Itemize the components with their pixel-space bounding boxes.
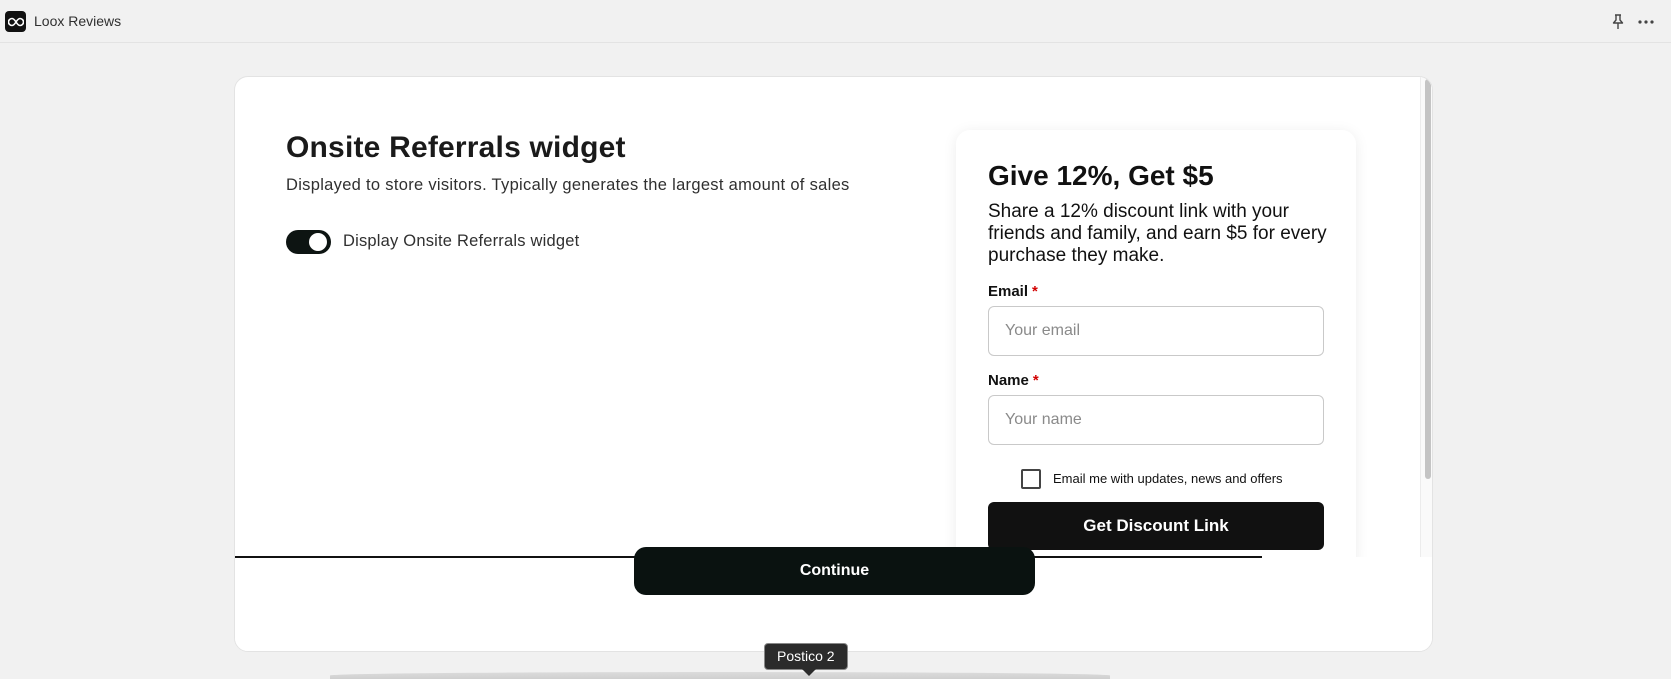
dock-tooltip: Postico 2 [764,643,848,670]
email-label: Email * [988,283,1038,300]
modal-content: Onsite Referrals widget Displayed to sto… [235,77,1420,557]
widget-preview-card: Give 12%, Get $5 Share a 12% discount li… [956,130,1356,557]
dock-shadow [330,672,1110,679]
onboarding-modal: Onsite Referrals widget Displayed to sto… [234,76,1433,652]
scrollbar-thumb[interactable] [1425,79,1431,479]
email-field[interactable] [988,306,1324,356]
page-title: Onsite Referrals widget [286,131,626,164]
name-field[interactable] [988,395,1324,445]
more-horizontal-icon[interactable] [1636,12,1656,32]
required-asterisk: * [1032,372,1039,389]
app-title: Loox Reviews [34,13,122,29]
toggle-label: Display Onsite Referrals widget [343,232,580,250]
email-updates-checkbox[interactable] [1021,469,1041,489]
app-top-bar: Loox Reviews [0,0,1671,43]
toggle-knob [309,233,327,251]
preview-subtitle: Share a 12% discount link with your frie… [988,201,1327,266]
get-discount-link-button[interactable]: Get Discount Link [988,502,1324,550]
preview-title: Give 12%, Get $5 [988,160,1214,191]
page-description: Displayed to store visitors. Typically g… [286,176,850,194]
email-updates-label: Email me with updates, news and offers [1053,471,1283,486]
pin-icon[interactable] [1608,12,1628,32]
continue-button[interactable]: Continue [634,547,1035,595]
infinity-logo-icon [5,11,26,32]
required-asterisk: * [1032,283,1038,300]
tooltip-arrow [802,669,816,676]
modal-scrollbar[interactable] [1420,77,1432,557]
display-widget-toggle[interactable] [286,230,331,254]
email-label-text: Email [988,283,1029,300]
name-label-text: Name [988,372,1029,389]
name-label: Name * [988,372,1039,389]
